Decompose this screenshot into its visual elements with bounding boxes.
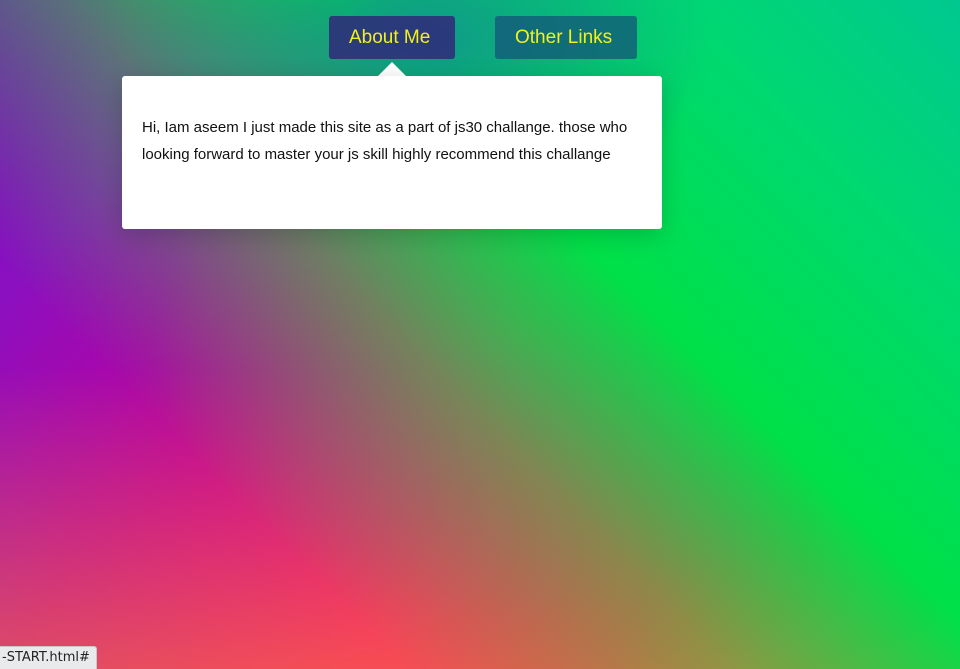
top-navigation: About Me Other Links (0, 16, 960, 59)
about-text: Hi, Iam aseem I just made this site as a… (142, 119, 628, 163)
about-dropdown-panel: Hi, Iam aseem I just made this site as a… (122, 76, 662, 229)
dropdown-arrow (378, 62, 406, 76)
nav-item-about-me[interactable]: About Me (329, 16, 455, 59)
browser-status-bar: -START.html# (0, 646, 97, 669)
status-url: -START.html# (2, 650, 90, 665)
nav-item-other-links[interactable]: Other Links (495, 16, 637, 59)
